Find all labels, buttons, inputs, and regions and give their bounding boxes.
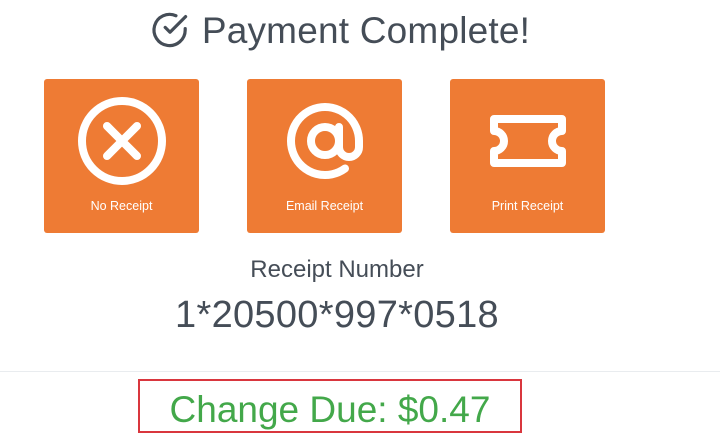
change-due-box: Change Due: $0.47	[138, 379, 522, 433]
at-sign-icon	[275, 91, 375, 191]
print-receipt-button[interactable]: Print Receipt	[450, 79, 605, 233]
divider	[0, 371, 720, 372]
print-receipt-label: Print Receipt	[491, 199, 564, 213]
receipt-number-value: 1*20500*997*0518	[175, 294, 499, 336]
email-receipt-label: Email Receipt	[285, 199, 364, 213]
close-circle-icon	[72, 91, 172, 191]
payment-complete-header: Payment Complete!	[0, 0, 680, 60]
receipt-number-label: Receipt Number	[250, 256, 424, 283]
change-due-text: Change Due: $0.47	[169, 388, 491, 430]
check-circle-icon	[150, 10, 190, 50]
no-receipt-button[interactable]: No Receipt	[44, 79, 199, 233]
ticket-icon	[478, 91, 578, 191]
no-receipt-label: No Receipt	[90, 199, 153, 213]
page-title: Payment Complete!	[201, 9, 531, 51]
receipt-options: No Receipt Email Receipt Print Receipt	[0, 79, 720, 233]
email-receipt-button[interactable]: Email Receipt	[247, 79, 402, 233]
